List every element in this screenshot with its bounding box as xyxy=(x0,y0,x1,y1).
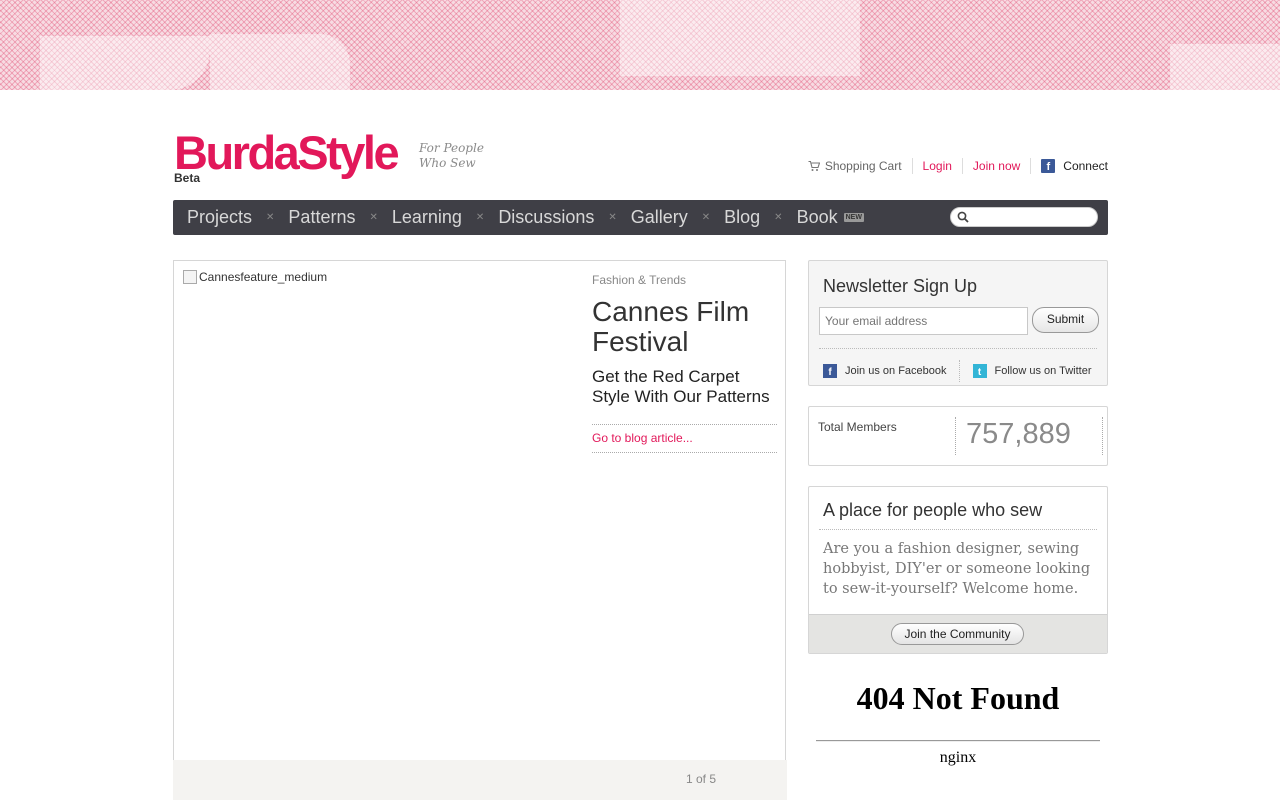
connect-label: Connect xyxy=(1063,159,1108,173)
nav-separator-icon: ✕ xyxy=(701,212,711,223)
nav-item-patterns[interactable]: Patterns xyxy=(288,207,355,228)
featured-article-panel: Cannesfeature_medium Fashion & Trends Ca… xyxy=(173,260,786,800)
burdastyle-logo[interactable]: BurdaStyle xyxy=(174,128,400,184)
nav-separator-icon: ✕ xyxy=(369,212,378,223)
join-now-label: Join now xyxy=(972,159,1021,173)
broken-image-icon xyxy=(183,270,197,284)
submit-button[interactable]: Submit xyxy=(1032,307,1099,333)
join-now-link[interactable]: Join now xyxy=(961,158,1030,174)
join-facebook-link[interactable]: Join us on Facebook xyxy=(845,365,947,377)
nav-separator-icon: ✕ xyxy=(608,212,617,223)
nav-item-projects[interactable]: Projects xyxy=(187,207,252,228)
social-links: f Join us on Facebook t Follow us on Twi… xyxy=(823,360,1092,382)
follow-twitter-link[interactable]: Follow us on Twitter xyxy=(995,365,1092,377)
divider xyxy=(1102,417,1103,455)
nav-item-label: Projects xyxy=(187,207,253,227)
facebook-icon: f xyxy=(823,364,837,378)
login-label: Login xyxy=(922,159,952,173)
members-box: Total Members 757,889 xyxy=(808,406,1108,466)
feature-pager-bar: 1 of 5 xyxy=(173,760,787,800)
featured-image[interactable]: Cannesfeature_medium xyxy=(183,270,327,284)
article-subtitle: Get the Red Carpet Style With Our Patter… xyxy=(592,367,770,406)
search-icon xyxy=(957,211,969,223)
nav-item-label: Book xyxy=(796,207,838,227)
nav-item-book[interactable]: Book NEW xyxy=(797,207,864,228)
beta-label: Beta xyxy=(174,171,201,185)
nav-item-label: Patterns xyxy=(288,207,356,227)
nav-item-label: Blog xyxy=(724,207,761,227)
members-count: 757,889 xyxy=(966,418,1071,450)
community-title: A place for people who sew xyxy=(823,500,1043,520)
nav-item-label: Gallery xyxy=(630,207,688,227)
shopping-cart-icon xyxy=(808,160,820,171)
nav-item-discussions[interactable]: Discussions xyxy=(498,207,594,228)
facebook-connect-link[interactable]: f Connect xyxy=(1030,158,1108,174)
pager-indicator: 1 of 5 xyxy=(686,772,717,786)
shopping-cart-link[interactable]: Shopping Cart xyxy=(808,158,912,174)
divider xyxy=(955,417,956,455)
community-box: A place for people who sew Are you a fas… xyxy=(808,486,1108,654)
community-footer: Join the Community xyxy=(809,614,1107,653)
nav-item-label: Learning xyxy=(391,207,462,227)
divider xyxy=(819,529,1097,530)
shopping-cart-label: Shopping Cart xyxy=(824,159,902,173)
nav-item-learning[interactable]: Learning xyxy=(392,207,462,228)
tagline-line-1: For People xyxy=(419,141,484,155)
article-title[interactable]: Cannes Film Festival xyxy=(592,297,777,357)
email-field[interactable] xyxy=(819,307,1028,335)
new-badge: NEW xyxy=(843,213,864,222)
nav-item-gallery[interactable]: Gallery xyxy=(631,207,688,228)
nav-item-label: Discussions xyxy=(498,207,595,227)
featured-article-text: Fashion & Trends Cannes Film Festival Ge… xyxy=(592,273,777,453)
header-pattern-banner xyxy=(0,0,1280,90)
facebook-icon: f xyxy=(1041,159,1056,173)
newsletter-box: Newsletter Sign Up Submit f Join us on F… xyxy=(808,260,1108,386)
featured-image-alt-text: Cannesfeature_medium xyxy=(199,270,328,284)
article-link-row: Go to blog article... xyxy=(592,424,777,453)
tagline-line-2: Who Sew xyxy=(419,156,476,170)
divider xyxy=(819,348,1097,349)
user-nav: Shopping Cart Login Join now f Connect xyxy=(808,157,1108,175)
nav-separator-icon: ✕ xyxy=(266,212,275,223)
newsletter-title: Newsletter Sign Up xyxy=(823,276,978,296)
search-input[interactable] xyxy=(950,207,1098,227)
community-description: Are you a fashion designer, sewing hobby… xyxy=(823,541,1091,597)
total-members-label: Total Members xyxy=(818,420,897,434)
main-navigation: Projects ✕ Patterns ✕ Learning ✕ Discuss… xyxy=(173,200,1108,235)
tagline: For People Who Sew xyxy=(419,141,499,171)
nav-item-blog[interactable]: Blog xyxy=(724,207,760,228)
divider xyxy=(816,740,1100,742)
error-server-name: nginx xyxy=(939,749,977,766)
divider xyxy=(958,360,961,382)
nav-separator-icon: ✕ xyxy=(774,212,783,223)
nav-separator-icon: ✕ xyxy=(475,212,485,223)
article-category[interactable]: Fashion & Trends xyxy=(592,273,777,287)
go-to-blog-article-link[interactable]: Go to blog article... xyxy=(592,431,693,445)
join-community-button[interactable]: Join the Community xyxy=(891,623,1024,645)
error-title: 404 Not Found xyxy=(856,680,1060,716)
login-link[interactable]: Login xyxy=(911,158,962,174)
twitter-icon: t xyxy=(972,364,987,378)
